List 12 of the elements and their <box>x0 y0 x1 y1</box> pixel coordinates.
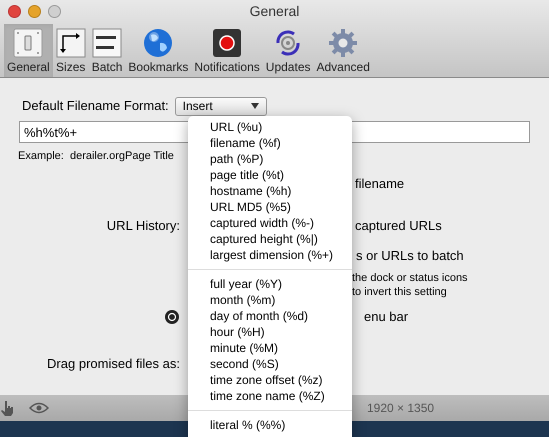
batch-option-label: s or URLs to batch <box>356 246 464 264</box>
url-history-suffix: captured URLs <box>355 216 442 235</box>
example-text: Example: derailer.orgPage Title <box>18 149 174 163</box>
hint-text: to invert this setting <box>352 285 448 299</box>
window-title: General <box>250 2 300 22</box>
drag-files-label: Drag promised files as: <box>46 354 180 373</box>
format-label: Default Filename Format: <box>22 97 169 116</box>
menu-bar-option-label: enu bar <box>364 308 408 326</box>
dimensions-text: 1920 × 1350 <box>367 400 434 417</box>
option-label: filename <box>355 174 404 192</box>
hint-text: the dock or status icons <box>352 271 469 285</box>
url-history-label: URL History: <box>106 216 180 235</box>
